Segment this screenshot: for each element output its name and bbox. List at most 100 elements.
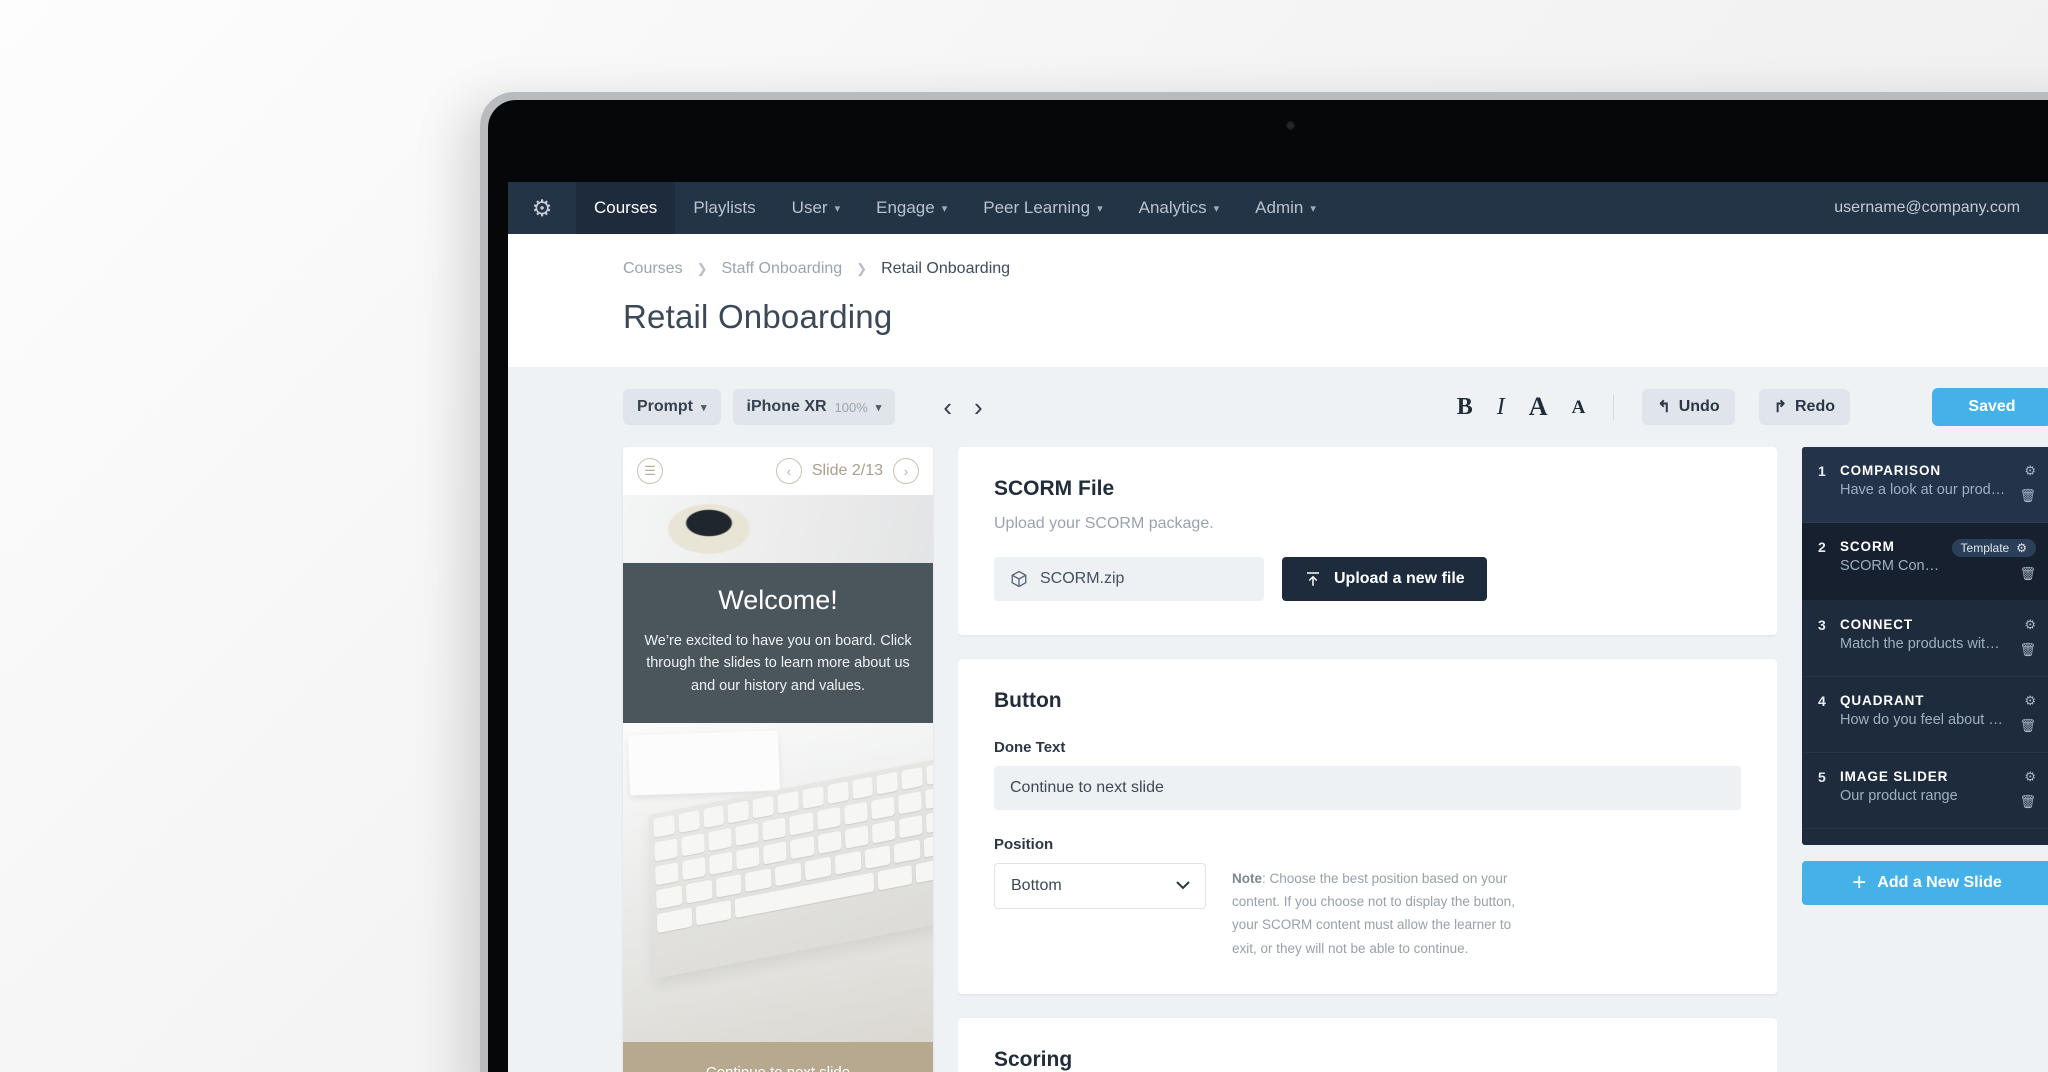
preview-continue-button[interactable]: Continue to next slide xyxy=(623,1042,933,1072)
scorm-file-row: SCORM.zip Upload a new file xyxy=(994,557,1741,601)
nav-item-playlists[interactable]: Playlists xyxy=(675,182,773,234)
app-logo[interactable]: ⚙ xyxy=(508,182,576,234)
redo-arrow-icon: ↱ xyxy=(1773,399,1787,416)
upload-new-file-button[interactable]: Upload a new file xyxy=(1282,557,1487,601)
slide-type: SCORM xyxy=(1840,539,1895,554)
trash-icon[interactable]: 🗑 xyxy=(2019,566,2036,582)
gear-icon[interactable]: ⚙ xyxy=(2024,617,2036,633)
scorm-file-name: SCORM.zip xyxy=(1040,570,1125,587)
device-preview: ☰ ‹ Slide 2/13 › Welcome! We’re excited … xyxy=(623,447,933,1072)
position-label: Position xyxy=(994,836,1054,853)
trash-icon[interactable]: 🗑 xyxy=(2019,488,2036,504)
hamburger-icon[interactable]: ☰ xyxy=(637,458,663,484)
chevron-right-icon[interactable]: › xyxy=(893,458,919,484)
upload-label: Upload a new file xyxy=(1334,570,1465,587)
slide-type: CONNECT xyxy=(1840,617,1914,632)
bold-button[interactable]: B xyxy=(1457,395,1473,419)
position-select[interactable]: Bottom xyxy=(994,863,1206,909)
breadcrumb-item-staff-onboarding[interactable]: Staff Onboarding xyxy=(721,260,842,278)
chevron-down-icon xyxy=(1176,881,1190,890)
gear-icon[interactable]: ⚙ xyxy=(2016,541,2027,555)
nav-item-user[interactable]: User ▾ xyxy=(774,182,858,234)
slide-list-item[interactable]: 1 COMPARISON Product X vs Product Y ⚙ 🗑 xyxy=(1802,829,2048,845)
template-badge[interactable]: Template ⚙ xyxy=(1951,539,2036,557)
slide-counter-label: Slide 2/13 xyxy=(811,462,883,479)
slide-list[interactable]: 1 COMPARISON Have a look at our produ… ⚙… xyxy=(1802,447,2048,845)
chevron-down-icon: ▾ xyxy=(701,401,707,414)
upload-icon xyxy=(1307,572,1319,586)
trash-icon[interactable]: 🗑 xyxy=(2019,718,2036,734)
scoring-card: Scoring Use weighting to determine the i… xyxy=(958,1017,1777,1072)
undo-arrow-icon: ↰ xyxy=(1657,399,1671,416)
breadcrumb: Courses ❯ Staff Onboarding ❯ Retail Onbo… xyxy=(623,260,2048,278)
slide-number: 2 xyxy=(1818,539,1826,555)
plus-icon: + xyxy=(1852,869,1867,896)
preview-photo-bottom xyxy=(623,723,933,1054)
done-text-input[interactable] xyxy=(994,766,1741,810)
chevron-right-icon: ❯ xyxy=(856,261,868,276)
package-box-icon xyxy=(1011,570,1027,588)
scorm-file-chip[interactable]: SCORM.zip xyxy=(994,557,1264,601)
gear-icon[interactable]: ⚙ xyxy=(2024,463,2036,479)
preview-headline: Welcome! xyxy=(718,585,838,615)
scorm-card-title: SCORM File xyxy=(994,477,1115,500)
slides-sidebar: 1 COMPARISON Have a look at our produ… ⚙… xyxy=(1802,447,2048,1072)
slide-number: 3 xyxy=(1818,617,1826,633)
nav-label: Engage xyxy=(876,198,935,217)
font-size-large-button[interactable]: A xyxy=(1529,394,1548,420)
webcam-icon xyxy=(1286,121,1295,130)
slide-list-item[interactable]: 2 SCORM SCORM Content Template ⚙ 🗑 xyxy=(1802,523,2048,601)
undo-label: Undo xyxy=(1678,398,1720,415)
slide-list-item[interactable]: 1 COMPARISON Have a look at our produ… ⚙… xyxy=(1802,447,2048,523)
browser-screen: ⚙ Courses Playlists User ▾ Engage ▾ Peer… xyxy=(508,182,2048,1072)
redo-button[interactable]: ↱ Redo xyxy=(1758,389,1850,425)
scorm-card-subtitle: Upload your SCORM package. xyxy=(994,515,1214,532)
device-dropdown[interactable]: iPhone XR 100% ▾ xyxy=(732,389,896,425)
nav-item-engage[interactable]: Engage ▾ xyxy=(858,182,965,234)
save-button[interactable]: Saved xyxy=(1932,388,2048,426)
user-email[interactable]: username@company.com xyxy=(1824,182,2030,234)
preview-canvas: Welcome! We’re excited to have you on bo… xyxy=(623,495,933,1072)
note-prefix: Note xyxy=(1232,871,1262,886)
font-size-small-button[interactable]: A xyxy=(1572,398,1586,417)
prompt-dropdown[interactable]: Prompt ▾ xyxy=(623,389,721,425)
gear-logo-icon: ⚙ xyxy=(531,194,553,221)
nav-label: Playlists xyxy=(693,198,756,217)
trash-icon[interactable]: 🗑 xyxy=(2019,642,2036,658)
button-card-title: Button xyxy=(994,689,1062,712)
slide-list-item[interactable]: 5 IMAGE SLIDER Our product range ⚙ 🗑 xyxy=(1802,753,2048,829)
breadcrumb-item-courses[interactable]: Courses xyxy=(623,260,683,278)
preview-body: We’re excited to have you on board. Clic… xyxy=(644,633,912,694)
add-new-slide-button[interactable]: + Add a New Slide xyxy=(1802,861,2048,905)
slide-description: SCORM Content xyxy=(1840,558,1940,574)
slide-list-item[interactable]: 3 CONNECT Match the products with… ⚙ 🗑 xyxy=(1802,601,2048,677)
chevron-left-icon[interactable]: ‹ xyxy=(943,394,952,420)
chevron-down-icon: ▾ xyxy=(1213,202,1220,215)
redo-label: Redo xyxy=(1795,398,1835,415)
position-row: Bottom Note: Choose the best position ba… xyxy=(994,863,1741,960)
nav-label: User xyxy=(791,198,828,217)
italic-button[interactable]: I xyxy=(1497,395,1505,419)
nav-label: Admin xyxy=(1255,198,1304,217)
nav-item-peer-learning[interactable]: Peer Learning ▾ xyxy=(965,182,1120,234)
toolbar-divider xyxy=(1613,394,1615,420)
slide-type: IMAGE SLIDER xyxy=(1840,769,1949,784)
nav-item-admin[interactable]: Admin ▾ xyxy=(1237,182,1334,234)
gear-icon[interactable]: ⚙ xyxy=(2024,769,2036,785)
nav-item-courses[interactable]: Courses xyxy=(576,182,676,234)
done-text-label: Done Text xyxy=(994,739,1066,756)
nav-item-analytics[interactable]: Analytics ▾ xyxy=(1121,182,1238,234)
gear-icon[interactable]: ⚙ xyxy=(2030,182,2048,234)
chevron-left-icon[interactable]: ‹ xyxy=(775,458,802,484)
gear-icon[interactable]: ⚙ xyxy=(2024,693,2036,709)
editor-columns: ☰ ‹ Slide 2/13 › Welcome! We’re excited … xyxy=(508,447,2048,1072)
trash-icon[interactable]: 🗑 xyxy=(2019,794,2036,810)
chevron-down-icon: ▾ xyxy=(941,202,948,215)
slide-list-item[interactable]: 4 QUADRANT How do you feel about e… ⚙ 🗑 xyxy=(1802,677,2048,753)
note-body: : Choose the best position based on your… xyxy=(1232,871,1515,956)
chevron-right-icon[interactable]: › xyxy=(974,394,983,420)
undo-button[interactable]: ↰ Undo xyxy=(1642,389,1735,425)
slide-type: COMPARISON xyxy=(1840,463,1942,478)
slide-description: How do you feel about e… xyxy=(1840,712,2008,728)
